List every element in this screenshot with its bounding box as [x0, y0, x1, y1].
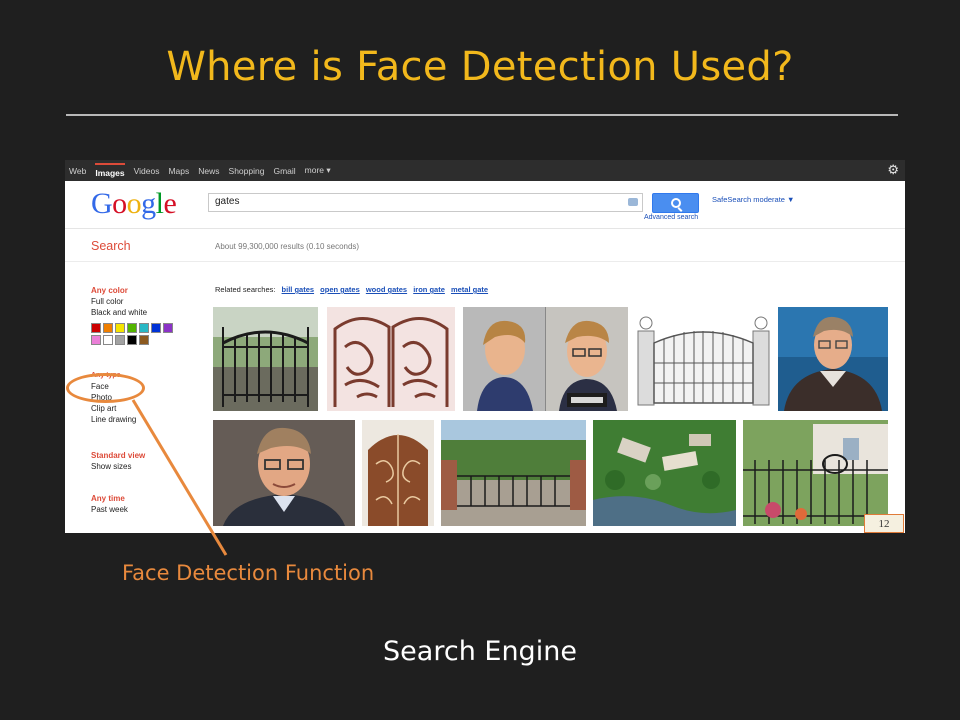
slide-caption: Search Engine — [383, 636, 577, 667]
callout-label: Face Detection Function — [122, 561, 375, 585]
callout-arrow — [131, 399, 228, 556]
